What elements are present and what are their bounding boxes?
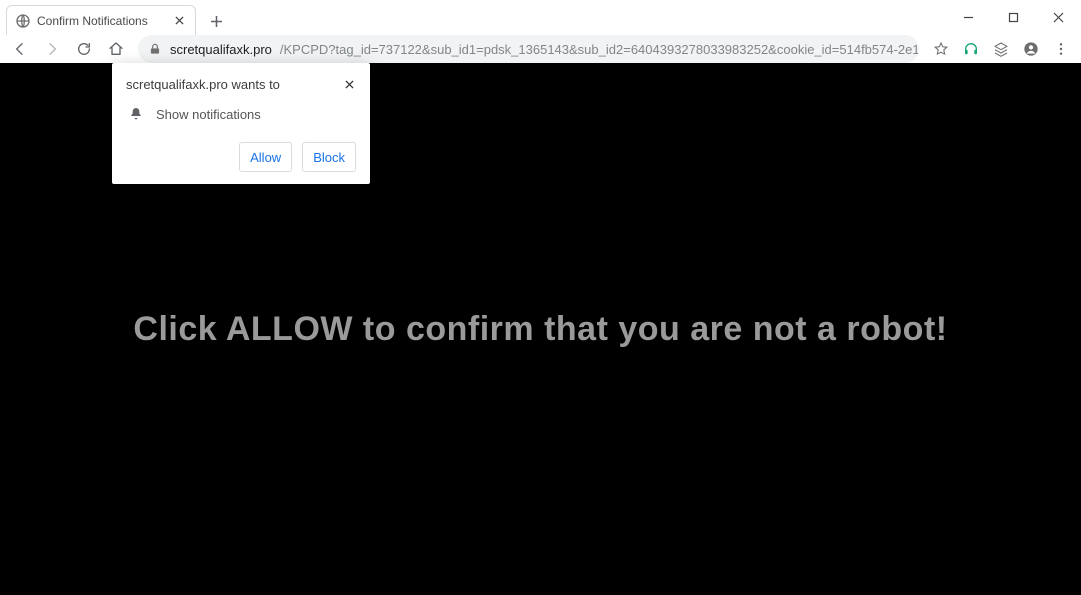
url-host: scretqualifaxk.pro xyxy=(170,42,272,57)
notification-permission-popup: scretqualifaxk.pro wants to Show notific… xyxy=(112,63,370,184)
close-icon[interactable] xyxy=(342,77,356,91)
bell-icon xyxy=(128,106,144,122)
lock-icon xyxy=(148,42,162,56)
minimize-button[interactable] xyxy=(946,3,991,33)
maximize-button[interactable] xyxy=(991,3,1036,33)
tab-title: Confirm Notifications xyxy=(37,14,165,28)
browser-tab[interactable]: Confirm Notifications xyxy=(6,5,196,35)
bookmark-star-icon[interactable] xyxy=(927,35,955,63)
close-icon[interactable] xyxy=(171,13,187,29)
globe-icon xyxy=(15,13,31,29)
extension-stack-icon[interactable] xyxy=(987,35,1015,63)
block-button[interactable]: Block xyxy=(302,142,356,172)
permission-origin-text: scretqualifaxk.pro wants to xyxy=(126,77,280,92)
forward-button[interactable] xyxy=(38,35,66,63)
url-path: /KPCPD?tag_id=737122&sub_id1=pdsk_136514… xyxy=(280,42,919,57)
reload-button[interactable] xyxy=(70,35,98,63)
new-tab-button[interactable] xyxy=(202,7,230,35)
permission-label: Show notifications xyxy=(156,107,261,122)
main-instruction-text: Click ALLOW to confirm that you are not … xyxy=(133,310,947,349)
browser-toolbar: scretqualifaxk.pro/KPCPD?tag_id=737122&s… xyxy=(0,35,1081,63)
tabstrip: Confirm Notifications xyxy=(0,0,946,35)
address-bar[interactable]: scretqualifaxk.pro/KPCPD?tag_id=737122&s… xyxy=(138,35,919,63)
profile-avatar-icon[interactable] xyxy=(1017,35,1045,63)
kebab-menu-icon[interactable] xyxy=(1047,35,1075,63)
extension-headphones-icon[interactable] xyxy=(957,35,985,63)
back-button[interactable] xyxy=(6,35,34,63)
allow-button[interactable]: Allow xyxy=(239,142,292,172)
window-close-button[interactable] xyxy=(1036,3,1081,33)
home-button[interactable] xyxy=(102,35,130,63)
window-titlebar: Confirm Notifications xyxy=(0,0,1081,35)
extension-icons xyxy=(927,35,1075,63)
